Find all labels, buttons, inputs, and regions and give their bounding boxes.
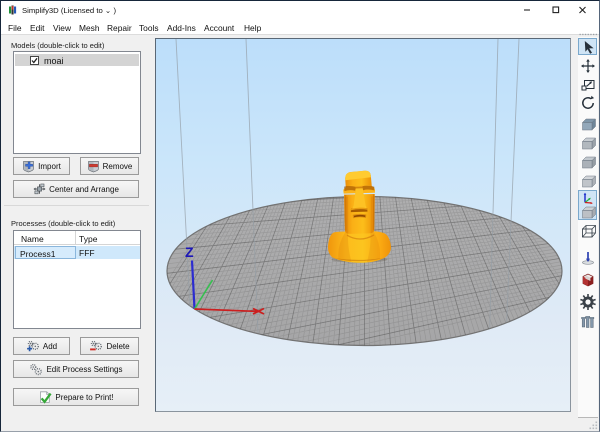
svg-text:Z: Z [185,244,194,260]
